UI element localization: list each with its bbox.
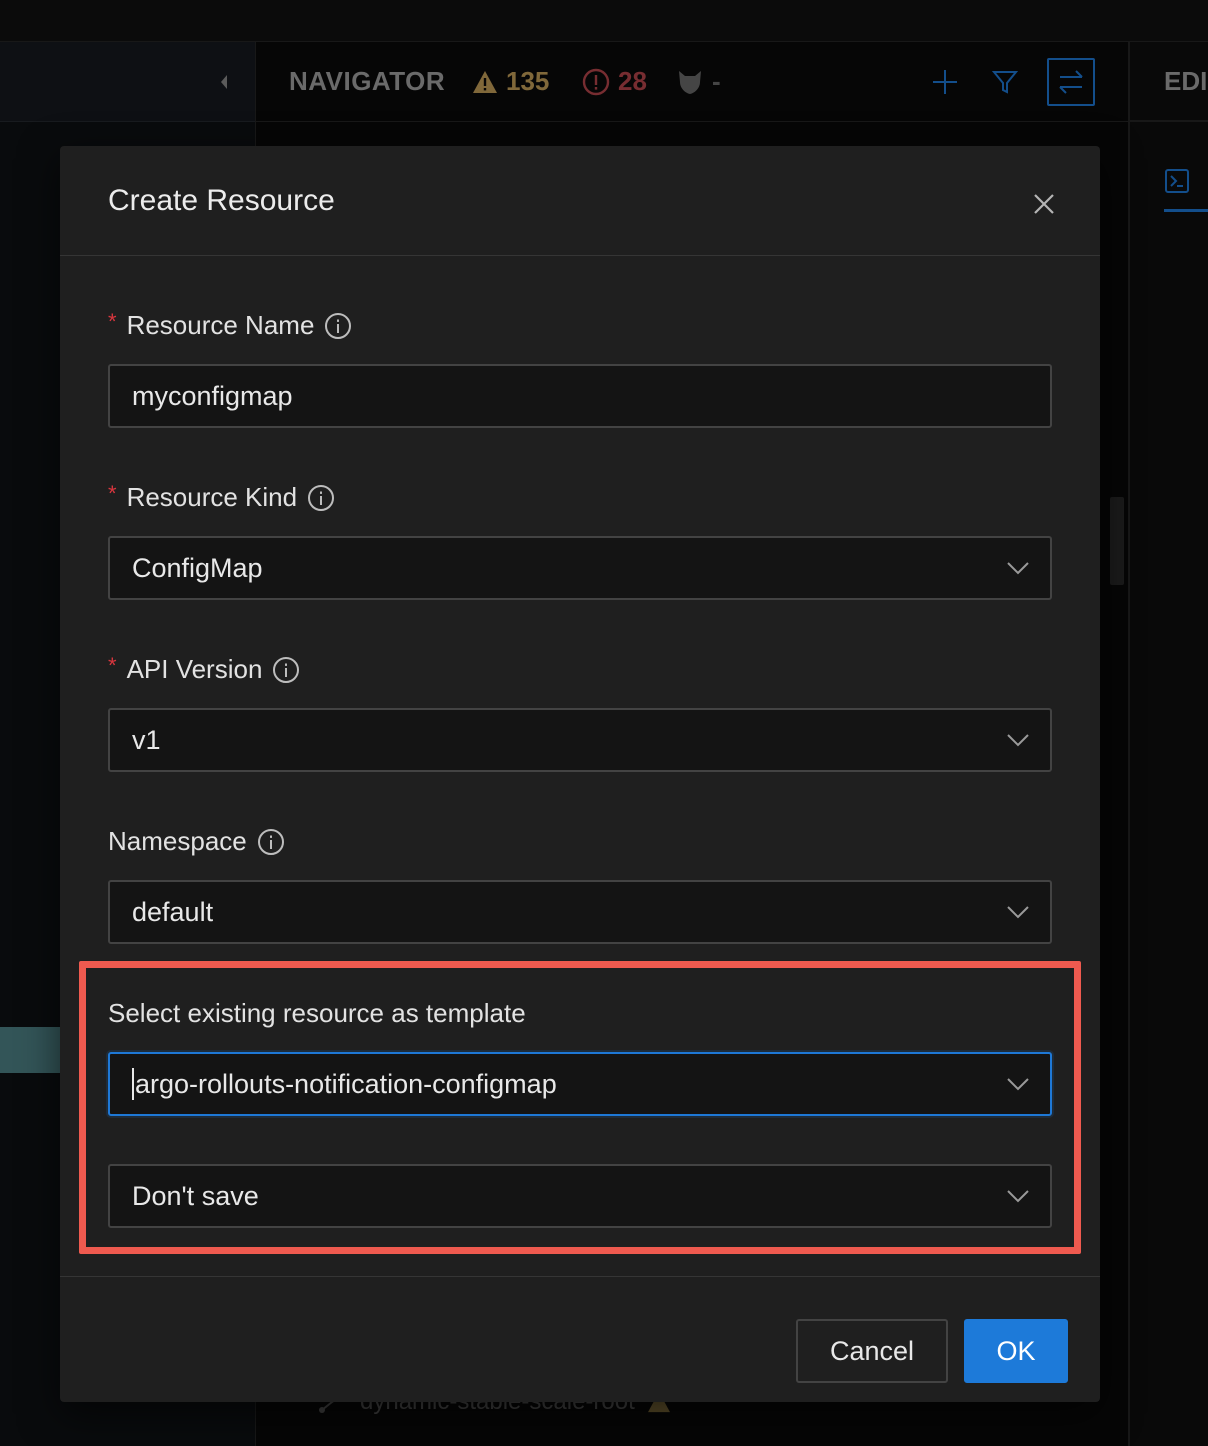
text-cursor (132, 1068, 134, 1100)
namespace-value: default (132, 896, 214, 927)
chevron-down-icon (1007, 734, 1029, 747)
info-icon[interactable] (272, 656, 300, 684)
template-label-text: Select existing resource as template (108, 998, 526, 1028)
namespace-label: Namespace (108, 826, 285, 857)
ok-button[interactable]: OK (964, 1319, 1068, 1383)
info-icon[interactable] (307, 484, 335, 512)
chevron-down-icon (1007, 1078, 1029, 1091)
create-resource-dialog: Create Resource * Resource Name myconfig… (60, 146, 1100, 1402)
cancel-button[interactable]: Cancel (796, 1319, 948, 1383)
namespace-select[interactable]: default (108, 880, 1052, 944)
api-version-label-text: API Version (126, 654, 263, 684)
resource-name-label: * Resource Name (108, 308, 352, 341)
save-option-select[interactable]: Don't save (108, 1164, 1052, 1228)
template-select[interactable]: argo-rollouts-notification-configmap (108, 1052, 1052, 1116)
save-option-value: Don't save (132, 1180, 259, 1211)
chevron-down-icon (1007, 1190, 1029, 1203)
info-icon[interactable] (324, 312, 352, 340)
template-label: Select existing resource as template (108, 998, 526, 1029)
chevron-down-icon (1007, 906, 1029, 919)
template-value: argo-rollouts-notification-configmap (135, 1068, 557, 1099)
dialog-header: Create Resource (60, 146, 1100, 256)
resource-kind-label-text: Resource Kind (126, 482, 298, 512)
api-version-select[interactable]: v1 (108, 708, 1052, 772)
api-version-value: v1 (132, 724, 161, 755)
close-icon (1034, 194, 1054, 214)
namespace-label-text: Namespace (108, 826, 247, 856)
dialog-footer: Cancel OK (60, 1276, 1100, 1402)
close-button[interactable] (1026, 186, 1062, 222)
resource-kind-select[interactable]: ConfigMap (108, 536, 1052, 600)
required-marker: * (108, 652, 117, 678)
required-marker: * (108, 480, 117, 506)
resource-kind-value: ConfigMap (132, 552, 263, 583)
dialog-title: Create Resource (108, 184, 335, 217)
info-icon[interactable] (257, 828, 285, 856)
required-marker: * (108, 308, 117, 334)
chevron-down-icon (1007, 562, 1029, 575)
resource-name-label-text: Resource Name (126, 310, 315, 340)
api-version-label: * API Version (108, 652, 300, 685)
resource-name-value: myconfigmap (132, 380, 293, 411)
resource-kind-label: * Resource Kind (108, 480, 335, 513)
resource-name-input[interactable]: myconfigmap (108, 364, 1052, 428)
